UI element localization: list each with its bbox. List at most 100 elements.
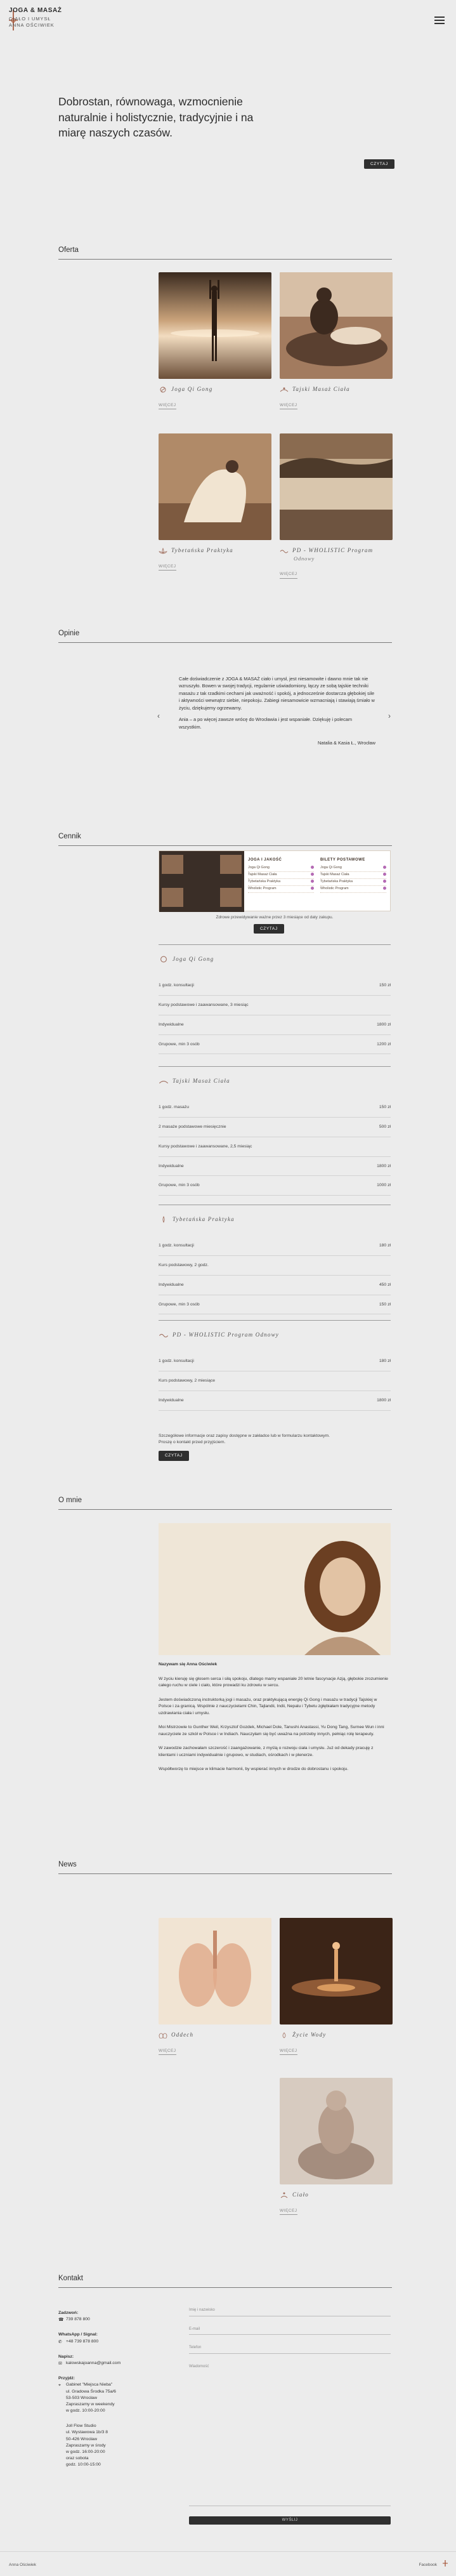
email-link[interactable]: kalowskajoanna@gmail.com <box>66 2360 121 2367</box>
offer-card-title-text: PD - WHOLISTIC Program <box>292 547 374 553</box>
price-category-title: Tybetańska Praktyka <box>159 1205 391 1236</box>
wave-icon <box>280 550 289 553</box>
offer-card[interactable]: Joga Qi Gong WIĘCEJ <box>159 272 271 410</box>
messenger-link[interactable]: +48 739 878 800 <box>66 2339 98 2345</box>
wave-icon <box>159 1333 169 1338</box>
phone-field[interactable]: Telefon <box>189 2341 391 2355</box>
news-card-image <box>159 1918 271 2024</box>
brand-owner: ANNA OŚCIWIEK <box>9 22 55 29</box>
offer-card-title-text: Joga Qi Gong <box>171 386 213 392</box>
arrow-left-icon[interactable]: ‹ <box>157 711 160 722</box>
menu-hamburger-icon[interactable] <box>434 17 445 26</box>
price-row: Indywidualne 450 zł <box>159 1276 391 1295</box>
hero-read-button[interactable]: CZYTAJ <box>364 159 394 169</box>
about-paragraph: Współtworzę to miejsce w klimacie harmon… <box>159 1767 349 1772</box>
hero: Dobrostan, równowaga, wzmocnienie natura… <box>58 94 401 141</box>
logo-figure-icon <box>443 2560 448 2566</box>
studio2-extra1: oraz sobota <box>66 2456 89 2461</box>
about-portrait-image <box>159 1523 391 1655</box>
price-row: Grupowe, min 3 osób 1200 zł <box>159 1035 391 1055</box>
offer-card-more-link[interactable]: WIĘCEJ <box>280 402 297 410</box>
studio2-street: ul. Wystawowa 1b/3 8 <box>66 2430 108 2435</box>
about-paragraph: Jestem doświadczoną instruktorką jogi i … <box>159 1697 377 1715</box>
price-row: Indywidualne 1800 zł <box>159 1157 391 1177</box>
footer-facebook-link[interactable]: Facebook <box>419 2562 437 2568</box>
news-card-title-text: Życie Wody <box>292 2031 327 2038</box>
pricing-footnote-button[interactable]: CZYTAJ <box>159 1451 189 1462</box>
phone-label: Zadzwoń: <box>58 2311 79 2315</box>
offer-card-more-link[interactable]: WIĘCEJ <box>159 564 176 571</box>
offer-card[interactable]: Tybetańska Praktyka WIĘCEJ <box>159 433 271 571</box>
news-card-more-link[interactable]: WIĘCEJ <box>280 2048 297 2056</box>
submit-button[interactable]: WYŚLIJ <box>189 2516 391 2525</box>
phone-link[interactable]: 739 878 800 <box>66 2316 90 2323</box>
pricing-footnote-line2: Proszę o kontakt przed przyjściem. <box>159 1440 226 1445</box>
water-drop-icon <box>282 2031 286 2038</box>
news-card[interactable]: Ciało WIĘCEJ <box>280 2078 393 2216</box>
offer-card-more-link[interactable]: WIĘCEJ <box>159 402 176 410</box>
price-row: Indywidualne 1800 zł <box>159 1391 391 1411</box>
price-category-title: Joga Qi Gong <box>159 945 391 976</box>
offer-card[interactable]: Tajski Masaż Ciała WIĘCEJ <box>280 272 393 410</box>
price-row: Grupowe, min 3 osób 1000 zł <box>159 1176 391 1196</box>
offer-card-title: PD - WHOLISTIC Program <box>280 546 393 555</box>
brand-tagline: CIAŁO I UMYSŁ <box>9 15 51 22</box>
studio1-city: 53-503 Wrocław <box>66 2395 97 2400</box>
arrow-right-icon[interactable]: › <box>388 711 391 722</box>
message-field[interactable]: Wiadomość <box>189 2360 391 2507</box>
pricing-note: Zdrowe przewidywanie ważne przez 3 miesi… <box>216 915 334 920</box>
news-card-more-link[interactable]: WIĘCEJ <box>159 2048 176 2056</box>
offer-card-title-text: Tajski Masaż Ciała <box>292 386 350 392</box>
news-card-title: Oddech <box>159 2031 271 2039</box>
contact-form: Imię i nazwisko E-mail Telefon Wiadomość <box>189 2304 391 2513</box>
news-card-more-link[interactable]: WIĘCEJ <box>280 2208 297 2216</box>
offer-card-image <box>280 272 393 379</box>
price-category-title: PD - WHOLISTIC Program Odnowy <box>159 1321 391 1352</box>
logo[interactable]: JOGA & MASAŻ CIAŁO I UMYSŁ ANNA OŚCIWIEK <box>9 6 62 29</box>
price-row: 1 godz. konsultacji 180 zł <box>159 1352 391 1371</box>
offer-card-image <box>159 433 271 540</box>
lungs-icon <box>159 2033 167 2038</box>
studio2-city: 50-426 Wrocław <box>66 2436 97 2441</box>
pricing-read-button[interactable]: CZYTAJ <box>254 924 284 934</box>
testimonial-p2: Ania – a po więcej zawsze wrócę do Wrocł… <box>179 717 353 730</box>
price-category: Tajski Masaż Ciała 1 godz. masażu 150 zł … <box>159 1066 391 1196</box>
offer-card-image <box>159 272 271 379</box>
news-card[interactable]: Oddech WIĘCEJ <box>159 1918 271 2056</box>
testimonial-signature: Natalia & Kasia Ł., Wrocław <box>317 740 375 746</box>
offer-heading: Oferta <box>58 245 392 260</box>
name-field[interactable]: Imię i nazwisko <box>189 2304 391 2316</box>
pricing-banner-col1: JOGA I JAKOŚĆ Joga Qi Gong Tajski Masaż … <box>248 857 314 893</box>
footer-name: Anna Ościwiek <box>9 2563 36 2567</box>
offer-card-more-link[interactable]: WIĘCEJ <box>280 571 297 579</box>
hero-headline: Dobrostan, równowaga, wzmocnienie natura… <box>58 95 254 139</box>
offer-card-title-text: Tybetańska Praktyka <box>171 547 233 553</box>
testimonial-p1: Całe doświadczenie z JOGA & MASAŻ ciało … <box>179 676 375 711</box>
offer-card-subtitle: Odnowy <box>294 555 315 562</box>
about-text: Nazywam się Anna Ościwiek W życiu kieruj… <box>159 1661 391 1781</box>
phone-icon: ☎ <box>58 2318 64 2323</box>
brand-name: JOGA & MASAŻ <box>9 7 62 14</box>
news-card-image <box>280 2078 393 2184</box>
price-row: Kursy podstawowe i zaawansowane, 2,5 mie… <box>159 1137 391 1157</box>
offer-card[interactable]: PD - WHOLISTIC Program Odnowy WIĘCEJ <box>280 433 393 579</box>
pricing-banner-photos <box>159 851 244 912</box>
chat-icon: ✆ <box>58 2339 62 2344</box>
news-heading: News <box>58 1859 392 1874</box>
studio2-extra2: godz. 10:00-15:00 <box>66 2462 101 2467</box>
offer-card-title: Joga Qi Gong <box>159 385 271 393</box>
about-heading: O mnie <box>58 1495 392 1510</box>
price-row: 1 godz. konsultacji 150 zł <box>159 976 391 996</box>
studio2-name: Joll Flow Studio <box>66 2424 96 2429</box>
lotus-icon <box>162 1216 165 1223</box>
email-field[interactable]: E-mail <box>189 2323 391 2335</box>
messenger-label: WhatsApp / Signal: <box>58 2332 98 2337</box>
price-row: Kurs podstawowy, 2 godz. <box>159 1256 391 1276</box>
news-card-title-text: Oddech <box>171 2031 194 2038</box>
price-category: PD - WHOLISTIC Program Odnowy 1 godz. ko… <box>159 1320 391 1411</box>
location-pin-icon: ⌖ <box>58 2383 61 2388</box>
price-category: Joga Qi Gong 1 godz. konsultacji 150 zł K… <box>159 944 391 1055</box>
opinions-heading: Opinie <box>58 628 392 643</box>
massage-icon <box>280 387 289 392</box>
news-card[interactable]: Życie Wody WIĘCEJ <box>280 1918 393 2056</box>
